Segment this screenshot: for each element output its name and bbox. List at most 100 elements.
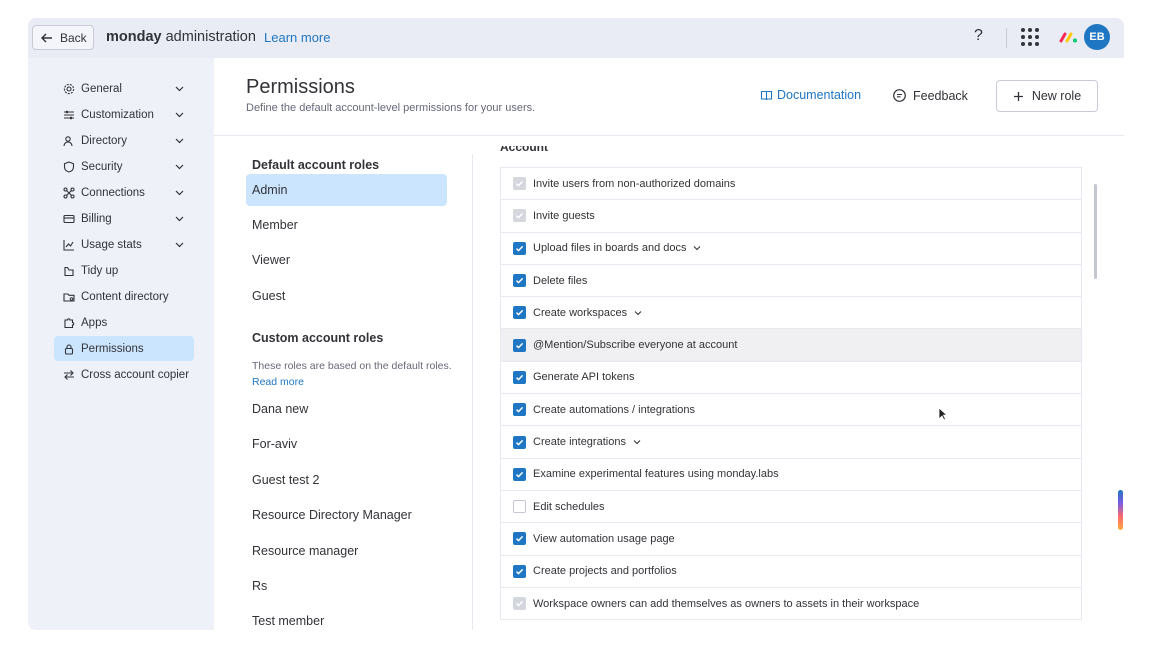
arrow-left-icon	[41, 33, 52, 42]
sidebar-item-connections[interactable]: Connections	[54, 180, 194, 205]
custom-roles-description: These roles are based on the default rol…	[252, 358, 452, 390]
new-role-button[interactable]: New role	[996, 80, 1098, 112]
role-item-member[interactable]: Member	[246, 209, 447, 241]
permission-label: Invite guests	[533, 209, 595, 222]
checkbox-checked[interactable]	[513, 338, 526, 352]
brand-title: monday administration	[106, 29, 256, 45]
role-item-custom[interactable]: Resource manager	[246, 535, 447, 567]
shield-icon	[62, 160, 75, 173]
permission-row: @Mention/Subscribe everyone at account	[501, 329, 1081, 362]
gear-icon	[62, 82, 75, 95]
permission-label: View automation usage page	[533, 532, 675, 545]
chevron-down-icon[interactable]	[175, 136, 184, 145]
chart-icon	[62, 238, 75, 251]
feedback-icon	[893, 89, 906, 102]
brand-rest: administration	[161, 29, 256, 45]
sidebar-item-cross-account-copier[interactable]: Cross account copier	[54, 362, 194, 387]
book-icon	[760, 90, 773, 100]
sidebar-item-label: Cross account copier	[81, 368, 190, 381]
sidebar-item-label: Permissions	[81, 342, 144, 355]
feedback-label: Feedback	[913, 88, 968, 103]
learn-more-link[interactable]: Learn more	[264, 30, 330, 45]
chevron-down-icon[interactable]	[175, 110, 184, 119]
card-icon	[62, 212, 75, 225]
checkbox-checked[interactable]	[513, 532, 526, 546]
lock-icon	[62, 342, 75, 355]
sidebar-item-label: Security	[81, 160, 123, 173]
documentation-link[interactable]: Documentation	[760, 88, 861, 102]
mouse-cursor-icon	[938, 407, 948, 421]
role-item-custom[interactable]: Test member	[246, 605, 447, 630]
permission-label: Examine experimental features using mond…	[533, 468, 779, 481]
permission-row: Invite guests	[501, 200, 1081, 233]
sidebar-item-label: General	[81, 82, 122, 95]
role-item-custom[interactable]: Resource Directory Manager	[246, 499, 447, 531]
permission-row: Create workspaces	[501, 297, 1081, 330]
role-item-guest[interactable]: Guest	[246, 280, 447, 312]
folder-icon	[62, 290, 75, 303]
sidebar-item-security[interactable]: Security	[54, 154, 194, 179]
permission-label: @Mention/Subscribe everyone at account	[533, 339, 738, 352]
checkbox-checked[interactable]	[513, 241, 526, 255]
checkbox-checked[interactable]	[513, 467, 526, 481]
apps-grid-icon[interactable]	[1021, 28, 1039, 46]
sidebar-item-customization[interactable]: Customization	[54, 102, 194, 127]
sidebar-item-permissions[interactable]: Permissions	[54, 336, 194, 361]
chevron-down-icon[interactable]	[175, 188, 184, 197]
sidebar-item-directory[interactable]: Directory	[54, 128, 194, 153]
sidebar-item-label: Apps	[81, 316, 108, 329]
divider	[1006, 28, 1007, 48]
avatar[interactable]: EB	[1084, 24, 1110, 50]
side-color-strip	[1118, 490, 1123, 530]
permission-label: Create workspaces	[533, 306, 628, 319]
sidebar-item-apps[interactable]: Apps	[54, 310, 194, 335]
puzzle-icon	[62, 316, 75, 329]
permission-label: Workspace owners can add themselves as o…	[533, 597, 920, 610]
permission-row: Edit schedules	[501, 491, 1081, 524]
chevron-down-icon[interactable]	[693, 244, 701, 252]
chevron-down-icon[interactable]	[175, 240, 184, 249]
permission-row: Workspace owners can add themselves as o…	[501, 588, 1081, 621]
sidebar-item-content-directory[interactable]: Content directory	[54, 284, 194, 309]
read-more-link[interactable]: Read more	[252, 376, 304, 388]
permission-label: Create integrations	[533, 436, 626, 449]
role-item-custom[interactable]: Guest test 2	[246, 464, 447, 496]
sliders-icon	[62, 108, 75, 121]
section-heading: Account	[500, 146, 548, 154]
permission-row: Upload files in boards and docs	[501, 233, 1081, 265]
role-item-custom[interactable]: Rs	[246, 570, 447, 602]
sidebar-item-general[interactable]: General	[54, 76, 194, 101]
checkbox-checked[interactable]	[513, 274, 526, 288]
role-item-viewer[interactable]: Viewer	[246, 244, 447, 276]
checkbox-checked[interactable]	[513, 306, 526, 320]
chevron-down-icon[interactable]	[175, 84, 184, 93]
feedback-button[interactable]: Feedback	[892, 88, 968, 103]
role-item-custom[interactable]: Dana new	[246, 393, 447, 425]
checkbox-unchecked[interactable]	[513, 500, 526, 514]
checkbox-checked[interactable]	[513, 370, 526, 384]
sidebar-item-billing[interactable]: Billing	[54, 206, 194, 231]
role-item-custom[interactable]: For-aviv	[246, 428, 447, 460]
permission-row: Create projects and portfolios	[501, 556, 1081, 588]
sidebar-item-usage-stats[interactable]: Usage stats	[54, 232, 194, 257]
sidebar-item-tidy-up[interactable]: Tidy up	[54, 258, 194, 283]
sidebar-item-label: Billing	[81, 212, 112, 225]
main-content: Permissions Define the default account-l…	[214, 58, 1124, 630]
back-button[interactable]: Back	[32, 25, 94, 50]
chevron-down-icon[interactable]	[175, 162, 184, 171]
permission-row: Examine experimental features using mond…	[501, 459, 1081, 491]
checkbox-checked[interactable]	[513, 564, 526, 578]
plus-icon	[1013, 91, 1023, 101]
chevron-down-icon[interactable]	[634, 309, 642, 317]
connections-icon	[62, 186, 75, 199]
checkbox-checked	[513, 209, 526, 223]
sidebar: General Customization Directory Security…	[34, 58, 214, 630]
help-icon[interactable]: ?	[974, 27, 983, 45]
role-item-admin[interactable]: Admin	[246, 174, 447, 206]
chevron-down-icon[interactable]	[633, 438, 641, 446]
checkbox-checked[interactable]	[513, 403, 526, 417]
checkbox-checked[interactable]	[513, 435, 526, 449]
top-bar: Back monday administration Learn more ? …	[28, 18, 1124, 58]
chevron-down-icon[interactable]	[175, 214, 184, 223]
scrollbar[interactable]	[1094, 184, 1097, 279]
